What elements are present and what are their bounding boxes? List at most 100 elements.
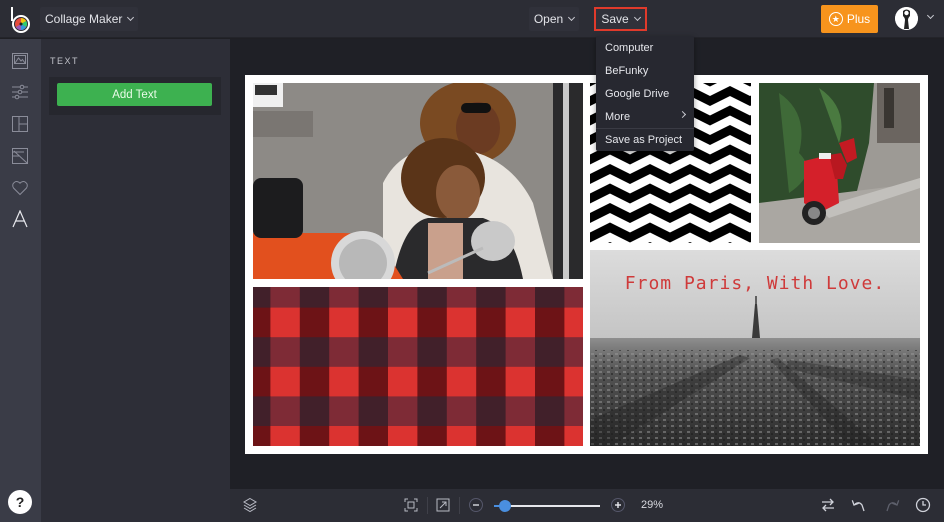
- help-button[interactable]: ?: [8, 490, 32, 514]
- plaid-tile: [388, 396, 418, 427]
- plaid-tile: [270, 396, 301, 427]
- plaid-pattern: [253, 287, 583, 446]
- plaid-tile: [564, 396, 583, 427]
- plaid-tile: [564, 307, 583, 338]
- app-menu-label: Collage Maker: [45, 12, 123, 26]
- plaid-tile: [417, 396, 448, 427]
- add-text-container: Add Text: [49, 77, 221, 115]
- panel-title: TEXT: [50, 56, 80, 66]
- backgrounds-icon[interactable]: [11, 147, 29, 165]
- plaid-tile: [358, 287, 389, 309]
- save-menu-item-computer[interactable]: Computer: [596, 36, 694, 59]
- text-panel: TEXT Add Text: [41, 39, 230, 522]
- app-menu-dropdown[interactable]: Collage Maker: [40, 7, 139, 31]
- open-label: Open: [533, 12, 564, 26]
- save-menu-item-more[interactable]: More: [596, 105, 694, 128]
- chevron-stripe: [590, 202, 751, 224]
- chevron-down-icon: [633, 13, 641, 22]
- befunky-logo-icon[interactable]: [9, 5, 33, 33]
- plaid-tile: [535, 287, 565, 309]
- zoom-out-icon[interactable]: [468, 497, 484, 513]
- chevron-down-icon[interactable]: [926, 11, 935, 20]
- chevron-right-icon: [678, 110, 687, 119]
- chevron-stripe: [590, 222, 751, 243]
- save-label: Save: [601, 12, 629, 26]
- plaid-tile: [270, 307, 301, 338]
- plaid-tile: [505, 307, 536, 338]
- open-button[interactable]: Open: [529, 7, 579, 31]
- plaid-tile: [253, 366, 271, 397]
- layers-icon[interactable]: [242, 497, 258, 513]
- star-icon: ★: [828, 12, 843, 26]
- plaid-tile: [253, 337, 271, 368]
- plaid-tile: [505, 287, 536, 309]
- plaid-tile: [358, 396, 389, 427]
- plaid-tile: [535, 426, 565, 446]
- plaid-tile: [253, 307, 271, 338]
- menu-item-label: Computer: [605, 41, 654, 54]
- mother-daughter-photo: [253, 83, 583, 279]
- text-icon[interactable]: [11, 209, 29, 228]
- actual-size-icon[interactable]: [435, 497, 451, 513]
- plaid-tile: [299, 366, 330, 397]
- plaid-tile: [299, 287, 330, 309]
- history-icon[interactable]: [915, 497, 931, 513]
- plaid-tile: [564, 426, 583, 446]
- plaid-tile: [535, 337, 565, 368]
- plaid-tile: [329, 287, 360, 309]
- save-menu-item-save-as-project[interactable]: Save as Project: [596, 128, 694, 151]
- plaid-tile: [564, 287, 583, 309]
- plaid-tile: [505, 337, 536, 368]
- plaid-tile: [535, 396, 565, 427]
- plaid-tile: [270, 337, 301, 368]
- collage-canvas[interactable]: From Paris, With Love.: [245, 75, 928, 454]
- plaid-tile: [476, 337, 507, 368]
- redo-icon[interactable]: [884, 497, 900, 513]
- collage-cell-paris-photo[interactable]: From Paris, With Love.: [590, 250, 920, 446]
- image-manager-icon[interactable]: [11, 52, 29, 70]
- plus-upgrade-button[interactable]: ★ Plus: [821, 5, 878, 33]
- adjustments-icon[interactable]: [11, 83, 29, 101]
- collage-cell-red-scooter-photo[interactable]: [759, 83, 920, 243]
- zoom-slider[interactable]: [494, 500, 600, 512]
- plaid-tile: [388, 366, 418, 397]
- plaid-tile: [476, 426, 507, 446]
- plaid-tile: [417, 337, 448, 368]
- plaid-tile: [535, 307, 565, 338]
- collage-cell-plaid-pattern[interactable]: [253, 287, 583, 446]
- collage-caption-text[interactable]: From Paris, With Love.: [590, 273, 920, 294]
- chevron-stripe: [590, 144, 751, 165]
- plaid-tile: [329, 337, 360, 368]
- swap-images-icon[interactable]: [820, 497, 836, 513]
- fit-to-screen-icon[interactable]: [403, 497, 419, 513]
- save-menu-item-google-drive[interactable]: Google Drive: [596, 82, 694, 105]
- plaid-tile: [476, 287, 507, 309]
- plaid-tile: [358, 426, 389, 446]
- chevron-down-icon: [127, 13, 135, 22]
- plaid-tile: [417, 307, 448, 338]
- plaid-tile: [329, 426, 360, 446]
- undo-icon[interactable]: [851, 497, 867, 513]
- graphics-heart-icon[interactable]: [11, 179, 29, 197]
- plaid-tile: [505, 426, 536, 446]
- plaid-tile: [270, 366, 301, 397]
- plaid-tile: [358, 337, 389, 368]
- tool-rail: ?: [0, 39, 41, 522]
- layouts-icon[interactable]: [11, 115, 29, 133]
- zoom-slider-thumb[interactable]: [498, 500, 511, 512]
- user-avatar[interactable]: [895, 7, 918, 30]
- plaid-tile: [299, 337, 330, 368]
- save-menu-item-befunky[interactable]: BeFunky: [596, 59, 694, 82]
- plaid-tile: [270, 426, 301, 446]
- collage-cell-mother-daughter-photo[interactable]: [253, 83, 583, 279]
- plaid-tile: [299, 426, 330, 446]
- plaid-tile: [358, 307, 389, 338]
- plaid-tile: [388, 337, 418, 368]
- plaid-tile: [417, 287, 448, 309]
- plaid-tile: [270, 287, 301, 309]
- menu-item-label: Save as Project: [605, 134, 683, 146]
- add-text-button[interactable]: Add Text: [57, 83, 212, 106]
- zoom-in-icon[interactable]: [610, 497, 626, 513]
- save-button[interactable]: Save: [594, 7, 647, 31]
- plaid-tile: [299, 307, 330, 338]
